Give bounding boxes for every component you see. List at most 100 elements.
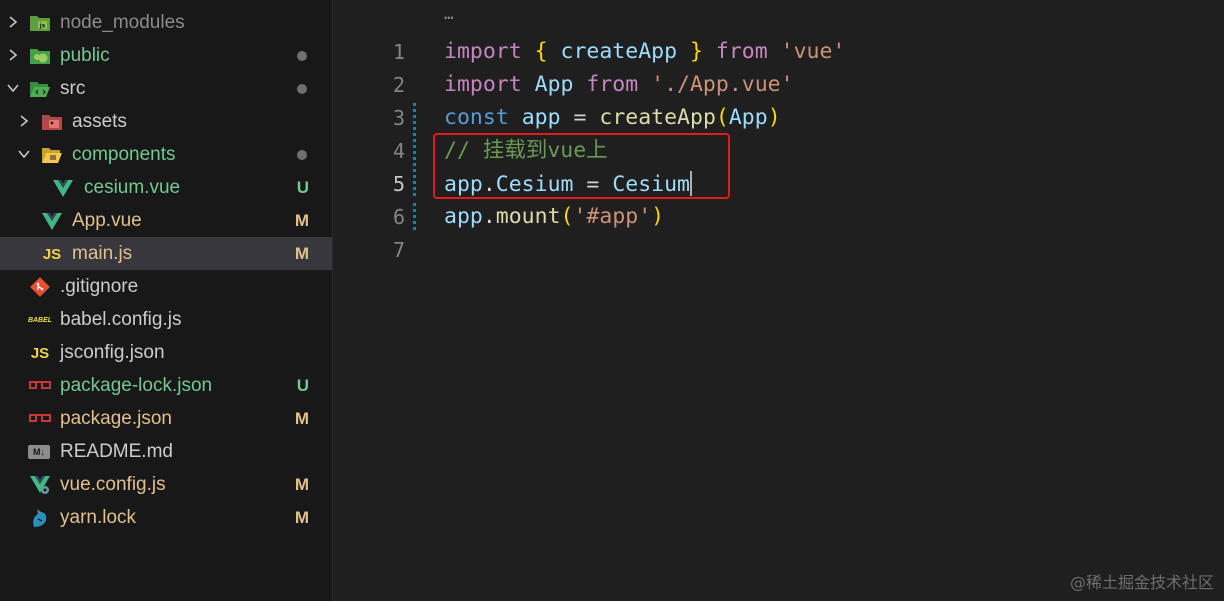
- token-keyword: import: [444, 39, 522, 64]
- code-line-1[interactable]: 1 import { createApp } from 'vue': [333, 35, 1224, 68]
- folder-components-open-icon: [41, 144, 63, 166]
- tree-item-public[interactable]: public: [0, 39, 332, 72]
- code-text: import App from './App.vue': [444, 72, 794, 98]
- token-paren: (: [560, 204, 574, 229]
- token-keyword: from: [715, 39, 768, 64]
- chevron-down-icon: [7, 84, 19, 93]
- tree-item-label: src: [60, 78, 86, 99]
- token-brace: }: [689, 39, 703, 64]
- line-number: 1: [392, 40, 405, 64]
- tree-item-gitignore[interactable]: .gitignore: [0, 270, 332, 303]
- token-identifier: createApp: [560, 39, 678, 64]
- tree-item-jsconfig[interactable]: JS jsconfig.json: [0, 336, 332, 369]
- token-identifier: app: [444, 204, 483, 229]
- token-paren: ): [767, 105, 781, 130]
- tree-item-readme[interactable]: M↓ README.md: [0, 435, 332, 468]
- code-text: import { createApp } from 'vue': [444, 39, 845, 65]
- token-function: createApp: [599, 105, 716, 130]
- token-string: './App.vue': [651, 72, 794, 97]
- folder-src-open-icon: [29, 78, 51, 100]
- git-file-icon: [29, 276, 51, 298]
- svg-text:js: js: [39, 23, 46, 30]
- folder-node-icon: js: [29, 12, 51, 34]
- chevron-right-icon: [20, 115, 29, 127]
- git-status-modified: M: [294, 508, 309, 527]
- line-number: 4: [392, 139, 405, 163]
- tree-item-vue-config[interactable]: vue.config.js M: [0, 468, 332, 501]
- tree-item-assets[interactable]: assets: [0, 105, 332, 138]
- tree-item-label: README.md: [60, 441, 173, 462]
- npm-file-icon: [29, 408, 51, 430]
- line-number-active: 5: [392, 172, 405, 196]
- tree-item-label: babel.config.js: [60, 309, 182, 330]
- tree-item-package-json[interactable]: package.json M: [0, 402, 332, 435]
- git-status-modified: M: [294, 475, 309, 494]
- tree-item-label: node_modules: [60, 12, 185, 33]
- code-text: app.mount('#app'): [444, 204, 664, 230]
- tree-item-package-lock[interactable]: package-lock.json U: [0, 369, 332, 402]
- chevron-down-icon: [18, 150, 30, 159]
- vue-config-file-icon: [29, 474, 51, 496]
- tree-item-main-js[interactable]: JS main.js M: [0, 237, 332, 270]
- tree-item-babel-config[interactable]: BABEL babel.config.js: [0, 303, 332, 336]
- token-keyword: from: [586, 72, 639, 97]
- status-dot: [297, 150, 307, 160]
- git-status-modified: M: [294, 244, 309, 263]
- babel-file-icon: BABEL: [27, 316, 53, 324]
- tree-item-label: assets: [72, 111, 127, 132]
- tree-item-node-modules[interactable]: js node_modules: [0, 6, 332, 39]
- folder-assets-icon: [41, 111, 63, 133]
- token-function: mount: [495, 204, 561, 229]
- code-text: const app = createApp(App): [444, 105, 781, 131]
- vue-file-icon: [52, 177, 74, 199]
- line-number: 2: [392, 73, 405, 97]
- annotation-highlight-box: [433, 133, 730, 199]
- token-paren: (: [715, 105, 729, 130]
- token-identifier: App: [534, 72, 574, 97]
- js-file-icon: JS: [42, 245, 62, 263]
- tree-item-label: package-lock.json: [60, 375, 213, 396]
- code-line-3[interactable]: 3 const app = createApp(App): [333, 101, 1224, 134]
- tree-item-components[interactable]: components: [0, 138, 332, 171]
- token-operator: =: [573, 105, 587, 130]
- status-dot: [297, 84, 307, 94]
- code-line-6[interactable]: 6 app.mount('#app'): [333, 200, 1224, 233]
- tree-item-label: yarn.lock: [60, 507, 137, 528]
- markdown-file-icon: M↓: [28, 445, 50, 459]
- line-number: 7: [392, 238, 405, 262]
- tree-item-label: App.vue: [72, 210, 142, 231]
- git-status-untracked: U: [296, 178, 309, 197]
- tree-item-cesium-vue[interactable]: cesium.vue U: [0, 171, 332, 204]
- git-status-modified: M: [294, 211, 309, 230]
- tree-item-label: .gitignore: [60, 276, 139, 297]
- status-dot: [297, 51, 307, 61]
- vue-file-icon: [41, 210, 63, 232]
- vscode-window: js node_modules public src assets compon…: [0, 0, 1224, 601]
- folder-public-icon: [29, 45, 51, 67]
- token-identifier: App: [728, 105, 768, 130]
- js-file-icon: JS: [30, 344, 50, 362]
- chevron-right-icon: [9, 49, 18, 61]
- tree-item-label: cesium.vue: [84, 177, 181, 198]
- tree-item-label: main.js: [72, 243, 133, 264]
- token-keyword: const: [444, 105, 509, 130]
- watermark: @稀土掘金技术社区: [1069, 573, 1214, 592]
- tree-item-app-vue[interactable]: App.vue M: [0, 204, 332, 237]
- explorer-sidebar: js node_modules public src assets compon…: [0, 0, 333, 601]
- token-string: '#app': [573, 204, 652, 229]
- npm-file-icon: [29, 375, 51, 397]
- code-line-7[interactable]: 7: [333, 233, 1224, 266]
- folded-region-marker[interactable]: …: [444, 4, 455, 23]
- token-operator: .: [482, 204, 496, 229]
- token-identifier: app: [521, 105, 561, 130]
- tree-item-yarn-lock[interactable]: yarn.lock M: [0, 501, 332, 534]
- token-paren: ): [651, 204, 665, 229]
- tree-item-src[interactable]: src: [0, 72, 332, 105]
- token-keyword: import: [444, 72, 522, 97]
- tree-item-label: components: [72, 144, 176, 165]
- line-number: 6: [392, 205, 405, 229]
- token-brace: {: [534, 39, 548, 64]
- code-line-2[interactable]: 2 import App from './App.vue': [333, 68, 1224, 101]
- git-status-untracked: U: [296, 376, 309, 395]
- code-editor[interactable]: … 1 import { createApp } from 'vue' 2 im…: [333, 0, 1224, 601]
